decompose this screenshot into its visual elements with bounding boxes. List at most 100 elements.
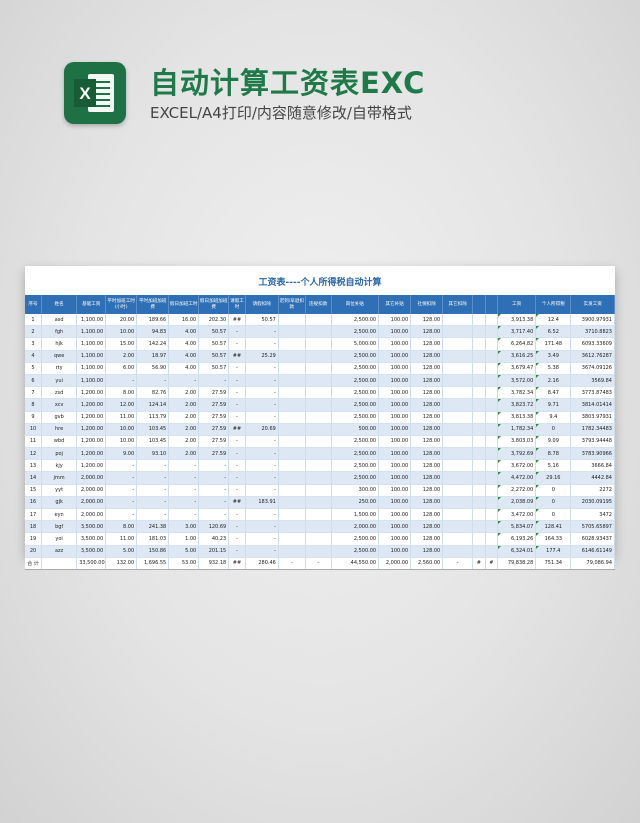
table-cell[interactable]: - xyxy=(136,471,170,485)
table-cell[interactable]: 2,500.00 xyxy=(331,350,380,363)
table-cell[interactable]: 5,834.07 xyxy=(497,520,537,534)
table-cell[interactable]: - xyxy=(245,545,279,558)
table-cell[interactable] xyxy=(472,398,486,412)
table-cell[interactable]: 13 xyxy=(25,459,43,473)
table-cell[interactable]: 10.00 xyxy=(105,435,138,449)
table-cell[interactable]: 128.00 xyxy=(410,545,444,558)
table-cell[interactable]: 932.18 xyxy=(198,557,230,570)
table-cell[interactable]: 3900.97931 xyxy=(570,314,615,327)
table-cell[interactable] xyxy=(472,508,486,522)
table-cell[interactable]: 8.78 xyxy=(535,447,572,461)
table-cell[interactable]: yui xyxy=(41,374,78,388)
table-cell[interactable]: 2.00 xyxy=(168,447,200,461)
table-cell[interactable]: rty xyxy=(41,362,78,375)
table-cell[interactable]: 1,100.00 xyxy=(76,362,107,375)
table-cell[interactable]: ## xyxy=(228,350,246,363)
table-cell[interactable] xyxy=(442,362,474,375)
table-cell[interactable] xyxy=(278,325,306,339)
table-cell[interactable]: 3,679.47 xyxy=(497,362,537,375)
table-cell[interactable]: 3666.84 xyxy=(570,459,615,473)
table-cell[interactable]: 2,500.00 xyxy=(331,314,380,327)
table-cell[interactable] xyxy=(472,532,486,546)
table-cell[interactable]: 280.46 xyxy=(245,557,279,570)
table-cell[interactable]: 2.00 xyxy=(105,350,138,363)
table-cell[interactable]: 2,560.00 xyxy=(410,557,444,570)
table-cell[interactable]: 93.10 xyxy=(136,447,170,461)
table-cell[interactable]: - xyxy=(168,459,200,473)
table-cell[interactable]: 0 xyxy=(535,484,572,497)
table-cell[interactable]: gjk xyxy=(41,496,78,510)
table-cell[interactable]: 11.00 xyxy=(105,411,138,424)
table-cell[interactable]: - xyxy=(198,484,230,497)
table-cell[interactable] xyxy=(278,545,306,558)
table-cell[interactable]: 12 xyxy=(25,447,43,461)
table-cell[interactable]: 3569.84 xyxy=(570,374,615,388)
table-cell[interactable] xyxy=(278,350,306,363)
table-cell[interactable]: 3783.90966 xyxy=(570,447,615,461)
table-cell[interactable]: 16 xyxy=(25,496,43,510)
table-cell[interactable]: 3,500.00 xyxy=(76,545,107,558)
table-cell[interactable]: 2,000.00 xyxy=(76,496,107,510)
table-cell[interactable]: 250.00 xyxy=(331,496,380,510)
table-cell[interactable]: 100.00 xyxy=(378,435,412,449)
table-cell[interactable]: - xyxy=(105,508,138,522)
table-cell[interactable]: 10.00 xyxy=(105,423,138,436)
table-cell[interactable]: 14 xyxy=(25,471,43,485)
table-cell[interactable]: - xyxy=(245,508,279,522)
table-cell[interactable]: - xyxy=(228,386,246,400)
table-cell[interactable] xyxy=(472,435,486,449)
table-cell[interactable]: - xyxy=(228,471,246,485)
table-cell[interactable]: jmm xyxy=(41,471,78,485)
table-cell[interactable]: 2.00 xyxy=(168,398,200,412)
table-cell[interactable] xyxy=(485,520,499,534)
table-cell[interactable]: 12.00 xyxy=(105,398,138,412)
table-cell[interactable] xyxy=(278,532,306,546)
table-cell[interactable]: 201.15 xyxy=(198,545,230,558)
table-cell[interactable]: 20 xyxy=(25,545,43,558)
table-cell[interactable]: 50.57 xyxy=(245,314,279,327)
table-cell[interactable]: - xyxy=(105,459,138,473)
table-cell[interactable]: 94.83 xyxy=(136,325,170,339)
table-cell[interactable]: 1,100.00 xyxy=(76,350,107,363)
table-cell[interactable] xyxy=(278,411,306,424)
table-cell[interactable]: yoi xyxy=(41,532,78,546)
table-cell[interactable]: 8 xyxy=(25,398,43,412)
table-cell[interactable]: - xyxy=(228,508,246,522)
table-cell[interactable]: 128.00 xyxy=(410,471,444,485)
table-cell[interactable]: 128.00 xyxy=(410,459,444,473)
table-cell[interactable]: 2,000.00 xyxy=(76,471,107,485)
table-cell[interactable]: 0 xyxy=(535,508,572,522)
table-cell[interactable]: 1,200.00 xyxy=(76,447,107,461)
table-cell[interactable]: 5705.65897 xyxy=(570,520,615,534)
table-cell[interactable]: 18 xyxy=(25,520,43,534)
table-cell[interactable]: 17 xyxy=(25,508,43,522)
table-cell[interactable]: 10 xyxy=(25,423,43,436)
table-cell[interactable]: 3612.76287 xyxy=(570,350,615,363)
table-cell[interactable]: # xyxy=(472,557,486,570)
table-cell[interactable]: 9.4 xyxy=(535,411,572,424)
table-cell[interactable]: - xyxy=(228,532,246,546)
table-cell[interactable]: 5.38 xyxy=(535,362,572,375)
table-cell[interactable] xyxy=(472,545,486,558)
table-cell[interactable] xyxy=(305,314,332,327)
table-cell[interactable] xyxy=(485,362,499,375)
table-cell[interactable] xyxy=(278,508,306,522)
table-cell[interactable]: 6.00 xyxy=(105,362,138,375)
table-cell[interactable] xyxy=(442,532,474,546)
table-cell[interactable]: 103.45 xyxy=(136,435,170,449)
table-cell[interactable]: 100.00 xyxy=(378,447,412,461)
table-cell[interactable]: 171.48 xyxy=(535,337,572,351)
table-cell[interactable]: 50.57 xyxy=(198,325,230,339)
table-cell[interactable]: 189.66 xyxy=(136,314,170,327)
table-cell[interactable]: 128.00 xyxy=(410,314,444,327)
table-cell[interactable] xyxy=(442,459,474,473)
table-cell[interactable] xyxy=(485,484,499,497)
table-cell[interactable]: 2.00 xyxy=(168,423,200,436)
table-cell[interactable]: 100.00 xyxy=(378,484,412,497)
table-cell[interactable]: 3674.09126 xyxy=(570,362,615,375)
table-cell[interactable]: 20.69 xyxy=(245,423,279,436)
table-cell[interactable]: 300.00 xyxy=(331,484,380,497)
table-cell[interactable] xyxy=(305,386,332,400)
table-cell[interactable]: 44,550.00 xyxy=(331,557,380,570)
table-cell[interactable]: - xyxy=(168,496,200,510)
